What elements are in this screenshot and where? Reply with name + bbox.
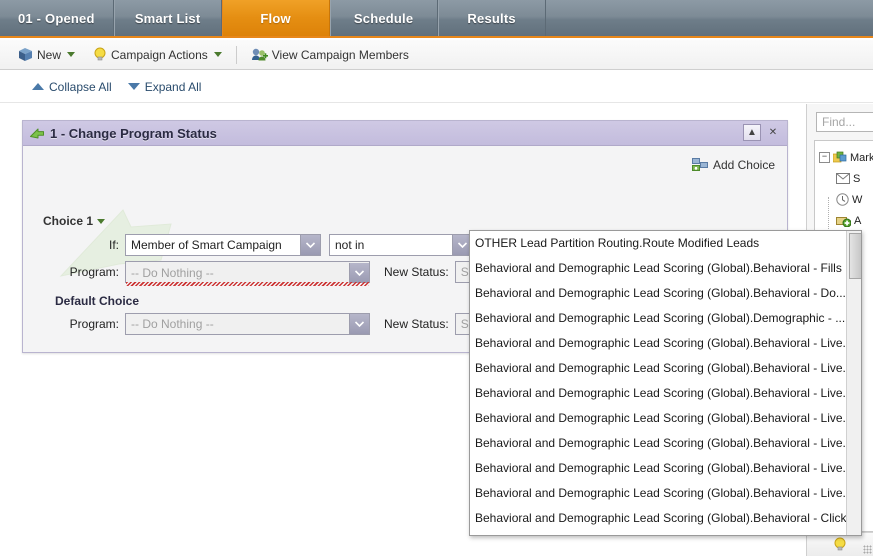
clock-icon	[836, 193, 849, 206]
add-flow-icon	[836, 215, 852, 227]
new-button[interactable]: New	[12, 45, 81, 64]
view-campaign-members-label: View Campaign Members	[271, 47, 409, 62]
autocomplete-item[interactable]: Behavioral and Demographic Lead Scoring …	[470, 481, 861, 506]
find-input[interactable]: Find...	[816, 112, 873, 132]
triangle-up-icon	[32, 83, 44, 90]
autocomplete-item[interactable]: Behavioral and Demographic Lead Scoring …	[470, 506, 861, 531]
autocomplete-item[interactable]: Behavioral and Demographic Lead Scoring …	[470, 456, 861, 481]
add-choice-label: Add Choice	[712, 158, 775, 172]
tab-results[interactable]: Results	[437, 0, 546, 36]
operator-select[interactable]: not in	[329, 234, 473, 256]
validation-underline	[126, 282, 369, 286]
chevron-down-icon[interactable]	[349, 314, 369, 334]
program-label: Program:	[69, 265, 119, 279]
default-program-label: Program:	[69, 317, 119, 331]
tab-schedule[interactable]: Schedule	[329, 0, 438, 36]
green-arrow-icon	[29, 126, 45, 140]
collapse-panel-button[interactable]: ▲	[743, 124, 761, 141]
autocomplete-item[interactable]: Behavioral and Demographic Lead Scoring …	[470, 331, 861, 356]
tab-01-opened[interactable]: 01 - Opened	[0, 0, 114, 36]
people-icon	[251, 47, 268, 62]
tree-node-label: W	[852, 193, 863, 206]
collapse-all-button[interactable]: Collapse All	[32, 80, 112, 94]
tab-flow[interactable]: Flow	[221, 0, 330, 36]
default-program-select[interactable]: -- Do Nothing --	[125, 313, 370, 335]
view-campaign-members-button[interactable]: View Campaign Members	[245, 45, 415, 64]
close-panel-button[interactable]: ✕	[765, 125, 781, 140]
default-new-status-label: New Status:	[384, 317, 449, 331]
expand-all-button[interactable]: Expand All	[127, 79, 202, 94]
choice-1-label: Choice 1	[43, 214, 94, 228]
autocomplete-item[interactable]: Behavioral and Demographic Lead Scoring …	[470, 531, 861, 535]
default-program-value: -- Do Nothing --	[131, 317, 214, 331]
tree-node-send-email[interactable]: S	[819, 168, 873, 189]
add-choice-button[interactable]: Add Choice	[691, 158, 775, 172]
campaign-actions-button[interactable]: Campaign Actions	[87, 45, 228, 64]
autocomplete-item[interactable]: Behavioral and Demographic Lead Scoring …	[470, 356, 861, 381]
if-trigger-value: Member of Smart Campaign	[131, 238, 282, 252]
new-box-icon	[18, 47, 33, 62]
new-label: New	[37, 47, 62, 62]
if-label: If:	[108, 238, 119, 252]
autocomplete-item[interactable]: Behavioral and Demographic Lead Scoring …	[470, 406, 861, 431]
campaign-toolbar: New Campaign Actions View Campaign Membe…	[0, 40, 873, 70]
chevron-down-icon	[97, 218, 106, 224]
autocomplete-item[interactable]: Behavioral and Demographic Lead Scoring …	[470, 431, 861, 456]
toolbar-divider	[235, 45, 237, 64]
autocomplete-item[interactable]: Behavioral and Demographic Lead Scoring …	[470, 381, 861, 406]
collapse-all-label: Collapse All	[49, 79, 112, 94]
expand-all-label: Expand All	[144, 79, 202, 94]
chevron-down-icon	[67, 52, 76, 57]
triangle-down-icon	[127, 83, 140, 90]
flow-step-title: 1 - Change Program Status	[50, 125, 217, 141]
flow-collapse-expand-bar: Collapse All Expand All	[0, 71, 873, 103]
choice-1-toggle[interactable]: Choice 1	[43, 214, 106, 228]
autocomplete-scrollbar[interactable]	[846, 231, 861, 535]
folder-cubes-icon	[832, 151, 847, 164]
operator-value: not in	[335, 238, 365, 252]
tree-node-label: A	[854, 214, 862, 227]
main-tab-bar: 01 - Opened Smart List Flow Schedule Res…	[0, 0, 873, 38]
lightbulb-icon	[93, 47, 107, 62]
panel-window-controls: ▲ ✕	[743, 124, 781, 141]
if-trigger-select[interactable]: Member of Smart Campaign	[125, 234, 321, 256]
program-value: -- Do Nothing --	[131, 265, 214, 280]
campaign-actions-label: Campaign Actions	[111, 47, 208, 62]
flow-step-header: 1 - Change Program Status ▲ ✕	[23, 121, 787, 146]
autocomplete-item[interactable]: Behavioral and Demographic Lead Scoring …	[470, 281, 861, 306]
chevron-down-icon[interactable]	[300, 235, 320, 255]
tree-node-marketing[interactable]: − Mark	[819, 147, 873, 168]
autocomplete-item[interactable]: Behavioral and Demographic Lead Scoring …	[470, 256, 861, 281]
autocomplete-item[interactable]: Behavioral and Demographic Lead Scoring …	[470, 306, 861, 331]
email-icon	[836, 173, 850, 184]
add-choice-icon	[691, 158, 708, 172]
tree-node-label: S	[853, 172, 861, 185]
scrollbar-thumb[interactable]	[849, 233, 861, 279]
autocomplete-item[interactable]: OTHER Lead Partition Routing.Route Modif…	[470, 231, 861, 256]
program-select[interactable]: -- Do Nothing --	[125, 261, 370, 286]
default-choice-label: Default Choice	[55, 294, 140, 308]
lightbulb-icon	[833, 537, 847, 552]
chevron-down-icon	[213, 52, 222, 57]
tree-node-label: Mark	[850, 151, 873, 164]
autocomplete-items: OTHER Lead Partition Routing.Route Modif…	[470, 231, 861, 535]
chevron-down-icon[interactable]	[349, 262, 369, 283]
tab-smart-list[interactable]: Smart List	[113, 0, 222, 36]
new-status-label: New Status:	[384, 265, 449, 279]
smart-campaign-autocomplete-list[interactable]: OTHER Lead Partition Routing.Route Modif…	[469, 230, 862, 536]
resize-grip[interactable]	[863, 545, 872, 554]
tree-expand-toggle[interactable]: −	[819, 152, 830, 163]
